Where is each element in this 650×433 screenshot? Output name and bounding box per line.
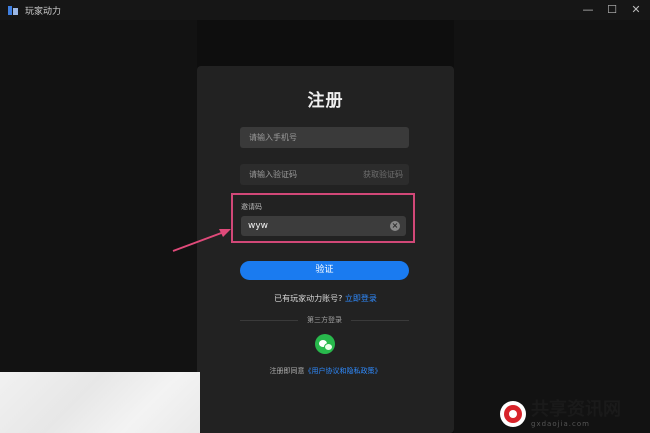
login-link[interactable]: 立即登录 (345, 294, 377, 303)
phone-placeholder: 请输入手机号 (249, 133, 297, 142)
invite-label: 邀请码 (241, 203, 262, 211)
wechat-login-icon[interactable] (315, 334, 335, 354)
agreement-link[interactable]: 《用户协议和隐私政策》 (305, 367, 382, 375)
watermark-main: 共享资讯网 (531, 398, 621, 420)
title-bar: 玩家动力 — ☐ ✕ (0, 0, 650, 20)
invite-code-input[interactable]: wyw × (241, 216, 406, 236)
watermark-text: 共享资讯网 gxdaojia.com (531, 398, 621, 428)
invite-highlight-box: 邀请码 wyw × (231, 193, 415, 243)
invite-code-value: wyw (248, 221, 269, 231)
register-card: 注册 请输入手机号 请输入验证码 获取验证码 邀请码 wyw × 验证 已有玩家… (197, 66, 454, 433)
divider-right (351, 320, 409, 321)
agreement-prefix: 注册即同意 (269, 367, 305, 375)
phone-input[interactable]: 请输入手机号 (240, 127, 409, 148)
watermark-sub: gxdaojia.com (531, 419, 590, 428)
divider-left (240, 320, 298, 321)
close-button[interactable]: ✕ (630, 4, 642, 16)
has-account-text: 已有玩家动力账号? (274, 294, 343, 303)
window-controls: — ☐ ✕ (582, 0, 642, 20)
verify-button[interactable]: 验证 (240, 261, 409, 280)
minimize-button[interactable]: — (582, 4, 594, 16)
has-account-line: 已有玩家动力账号? 立即登录 (197, 293, 454, 304)
watermark-logo-icon (500, 400, 526, 427)
third-party-label: 第三方登录 (307, 316, 342, 324)
watermark: 共享资讯网 gxdaojia.com (500, 394, 650, 433)
code-placeholder: 请输入验证码 (249, 170, 297, 179)
blurred-region (0, 372, 200, 433)
verification-code-input[interactable]: 请输入验证码 获取验证码 (240, 164, 409, 185)
app-logo-icon (8, 5, 19, 16)
right-background (454, 20, 650, 433)
maximize-button[interactable]: ☐ (606, 4, 618, 16)
app-title: 玩家动力 (25, 6, 62, 17)
register-title: 注册 (307, 91, 344, 111)
clear-icon[interactable]: × (390, 221, 400, 231)
get-code-button[interactable]: 获取验证码 (363, 169, 403, 180)
agreement-line: 注册即同意《用户协议和隐私政策》 (197, 366, 454, 376)
